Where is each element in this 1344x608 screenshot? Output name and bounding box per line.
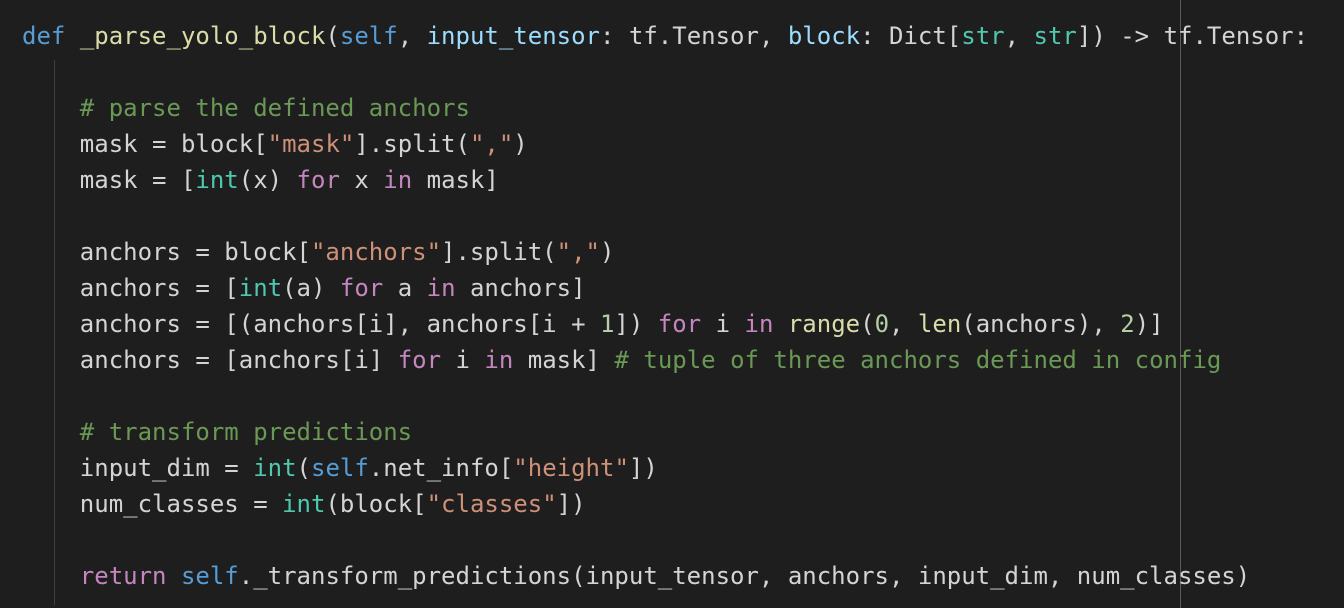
code-token: anchors = block[	[22, 238, 311, 266]
code-token: range	[787, 310, 861, 338]
code-token: self	[339, 22, 398, 50]
code-token: ,	[889, 310, 918, 338]
code-token: anchors]	[455, 274, 586, 302]
code-token: mask = [	[22, 166, 196, 194]
code-token: )]	[1134, 310, 1164, 338]
code-line[interactable]	[22, 378, 1308, 414]
code-token: mask = block[	[22, 130, 268, 158]
code-line[interactable]	[22, 54, 1308, 90]
code-token: in	[744, 310, 774, 338]
code-token: (x)	[238, 166, 297, 194]
code-token: len	[917, 310, 962, 338]
code-token: "height"	[513, 454, 629, 482]
code-token: def	[22, 22, 66, 50]
code-token: # parse the defined anchors	[79, 94, 470, 122]
code-token: (	[296, 454, 311, 482]
code-token: for	[296, 166, 340, 194]
code-token: "mask"	[267, 130, 355, 158]
code-token: ","	[556, 238, 600, 266]
code-token: "anchors"	[310, 238, 442, 266]
code-token: (block[	[325, 490, 427, 518]
code-token: input_tensor	[426, 22, 600, 50]
code-token: in	[426, 274, 456, 302]
code-token: (	[860, 310, 875, 338]
code-token: int	[238, 274, 283, 302]
code-token: ._transform_predictions(input_tensor, an…	[238, 562, 1251, 590]
code-token: # tuple of three anchors defined in conf…	[614, 346, 1222, 374]
code-token: ])	[628, 454, 658, 482]
code-token: : tf.Tensor,	[600, 22, 788, 50]
code-token: (	[325, 22, 340, 50]
code-token: for	[657, 310, 702, 338]
code-line[interactable]: anchors = [anchors[i] for i in mask] # t…	[22, 342, 1308, 378]
code-line[interactable]	[22, 522, 1308, 558]
code-line[interactable]: num_classes = int(block["classes"])	[22, 486, 1308, 522]
code-token: self	[311, 454, 369, 482]
code-token: in	[484, 346, 514, 374]
code-token: ])	[614, 310, 658, 338]
code-token: anchors = [	[22, 274, 239, 302]
code-token: str	[961, 22, 1005, 50]
code-line[interactable]: return self._transform_predictions(input…	[22, 558, 1308, 594]
code-token: : Dict[	[860, 22, 962, 50]
code-block[interactable]: def _parse_yolo_block(self, input_tensor…	[22, 18, 1308, 594]
code-token: anchors = [(anchors[i], anchors[i +	[22, 310, 600, 338]
code-token: ]) -> tf.Tensor:	[1076, 22, 1309, 50]
code-token: ,	[1004, 22, 1034, 50]
code-token: ,	[397, 22, 427, 50]
code-token: num_classes =	[22, 490, 283, 518]
code-token: in	[383, 166, 413, 194]
code-token: int	[253, 454, 297, 482]
code-line[interactable]	[22, 198, 1308, 234]
code-line[interactable]: mask = block["mask"].split(",")	[22, 126, 1308, 162]
code-token: return	[79, 562, 167, 590]
code-token: "classes"	[426, 490, 557, 518]
code-token: ","	[469, 130, 514, 158]
code-token: ])	[556, 490, 586, 518]
code-token: 1	[599, 310, 615, 338]
code-token: 2	[1120, 310, 1135, 338]
code-editor[interactable]: def _parse_yolo_block(self, input_tensor…	[0, 0, 1344, 608]
code-token: int	[282, 490, 326, 518]
code-token: block	[787, 22, 861, 50]
code-token: _parse_yolo_block	[79, 22, 326, 50]
code-token: self	[180, 562, 239, 590]
code-line[interactable]: def _parse_yolo_block(self, input_tensor…	[22, 18, 1308, 54]
code-token: ].split(	[441, 238, 557, 266]
code-token: # transform predictions	[79, 418, 413, 446]
code-token: int	[195, 166, 239, 194]
code-line[interactable]: # parse the defined anchors	[22, 90, 1308, 126]
code-token: ].split(	[354, 130, 470, 158]
code-token: input_dim =	[22, 454, 254, 482]
code-token: str	[1033, 22, 1077, 50]
code-token: mask]	[513, 346, 615, 374]
code-token: mask]	[412, 166, 499, 194]
code-token: for	[339, 274, 384, 302]
code-token: a	[383, 274, 427, 302]
code-token: )	[599, 238, 615, 266]
code-token: i	[701, 310, 745, 338]
code-token: (a)	[282, 274, 340, 302]
code-line[interactable]: mask = [int(x) for x in mask]	[22, 162, 1308, 198]
code-token: (anchors),	[961, 310, 1121, 338]
code-line[interactable]: anchors = block["anchors"].split(",")	[22, 234, 1308, 270]
code-token: .net_info[	[368, 454, 514, 482]
code-token: i	[441, 346, 485, 374]
code-token: anchors = [anchors[i]	[22, 346, 398, 374]
code-line[interactable]: input_dim = int(self.net_info["height"])	[22, 450, 1308, 486]
code-token: 0	[874, 310, 890, 338]
code-line[interactable]: # transform predictions	[22, 414, 1308, 450]
code-line[interactable]: anchors = [int(a) for a in anchors]	[22, 270, 1308, 306]
code-token: )	[513, 130, 528, 158]
code-line[interactable]: anchors = [(anchors[i], anchors[i + 1]) …	[22, 306, 1308, 342]
code-token: for	[397, 346, 442, 374]
code-token: x	[339, 166, 384, 194]
